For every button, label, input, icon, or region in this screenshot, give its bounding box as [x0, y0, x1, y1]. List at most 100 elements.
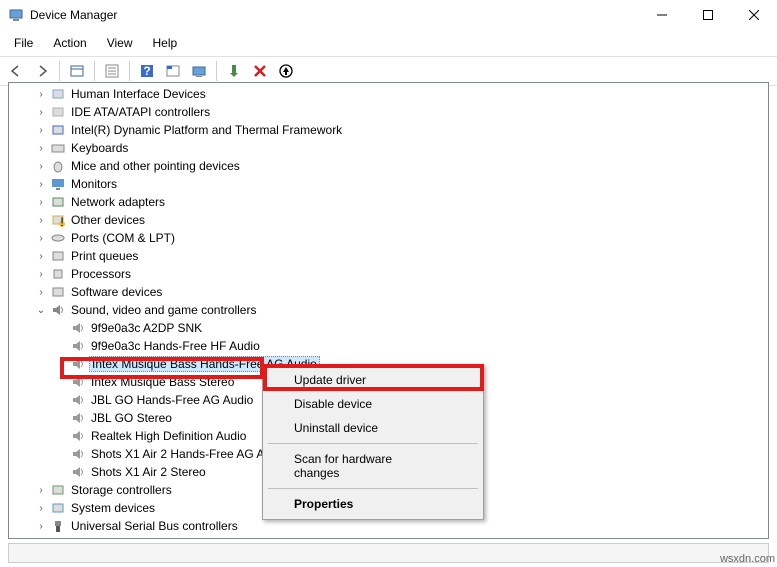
device-item[interactable]: 9f9e0a3c Hands-Free HF Audio	[9, 337, 768, 355]
back-button[interactable]	[4, 59, 28, 83]
action-button[interactable]	[161, 59, 185, 83]
network-icon	[50, 194, 66, 210]
expander-icon[interactable]: ›	[35, 161, 47, 172]
expander-icon[interactable]	[55, 467, 67, 478]
ctx-separator	[268, 443, 478, 444]
device-category[interactable]: › Mice and other pointing devices	[9, 157, 768, 175]
other-icon: !	[50, 212, 66, 228]
svg-text:?: ?	[143, 64, 150, 78]
device-category[interactable]: › Intel(R) Dynamic Platform and Thermal F…	[9, 121, 768, 139]
device-category[interactable]: ›IDE ATA/ATAPI controllers	[9, 103, 768, 121]
system-icon	[50, 500, 66, 516]
window-title: Device Manager	[30, 8, 639, 22]
ctx-properties[interactable]: Properties	[266, 492, 480, 516]
forward-button[interactable]	[30, 59, 54, 83]
hid-icon	[50, 86, 66, 102]
cpu-icon	[50, 266, 66, 282]
expander-icon[interactable]: ›	[35, 269, 47, 280]
expander-icon[interactable]	[55, 431, 67, 442]
device-category[interactable]: › Monitors	[9, 175, 768, 193]
scan-hardware-button[interactable]	[187, 59, 211, 83]
node-label: Monitors	[69, 177, 119, 191]
expander-icon[interactable]: ›	[35, 521, 47, 532]
device-category[interactable]: › Processors	[9, 265, 768, 283]
expander-icon[interactable]: ›	[35, 89, 47, 100]
device-category[interactable]: › Ports (COM & LPT)	[9, 229, 768, 247]
device-category[interactable]: ›Print queues	[9, 247, 768, 265]
device-category[interactable]: › Software devices	[9, 283, 768, 301]
node-label: Storage controllers	[69, 483, 174, 497]
expander-icon[interactable]: ›	[35, 503, 47, 514]
show-hide-console-button[interactable]	[65, 59, 89, 83]
device-category[interactable]: › Network adapters	[9, 193, 768, 211]
speaker-icon	[70, 320, 86, 336]
node-label: Mice and other pointing devices	[69, 159, 242, 173]
device-item[interactable]: 9f9e0a3c A2DP SNK	[9, 319, 768, 337]
speaker-icon	[70, 374, 86, 390]
device-category[interactable]: ›Keyboards	[9, 139, 768, 157]
monitor-icon	[50, 176, 66, 192]
maximize-button[interactable]	[685, 0, 731, 30]
expander-icon[interactable]	[55, 323, 67, 334]
storage-icon	[50, 482, 66, 498]
separator	[129, 61, 130, 81]
node-label: 9f9e0a3c A2DP SNK	[89, 321, 204, 335]
menu-action[interactable]: Action	[45, 32, 94, 54]
intel-icon	[50, 122, 66, 138]
speaker-icon	[70, 338, 86, 354]
ctx-disable-device[interactable]: Disable device	[266, 392, 480, 416]
node-label: Software devices	[69, 285, 164, 299]
device-category[interactable]: ⌄Sound, video and game controllers	[9, 301, 768, 319]
separator	[216, 61, 217, 81]
node-label: Network adapters	[69, 195, 167, 209]
expander-icon[interactable]: ›	[35, 125, 47, 136]
ctx-uninstall-device[interactable]: Uninstall device	[266, 416, 480, 440]
expander-icon[interactable]	[55, 377, 67, 388]
node-label: Shots X1 Air 2 Stereo	[89, 465, 208, 479]
expander-icon[interactable]	[55, 449, 67, 460]
expander-icon[interactable]: ›	[35, 107, 47, 118]
expander-icon[interactable]: ›	[35, 485, 47, 496]
separator	[59, 61, 60, 81]
expander-icon[interactable]: ›	[35, 179, 47, 190]
update-driver-icon[interactable]	[222, 59, 246, 83]
node-label: JBL GO Hands-Free AG Audio	[89, 393, 255, 407]
expander-icon[interactable]: ›	[35, 215, 47, 226]
node-label: Processors	[69, 267, 133, 281]
separator	[94, 61, 95, 81]
speaker-icon	[70, 392, 86, 408]
expander-icon[interactable]	[55, 395, 67, 406]
node-label: Ports (COM & LPT)	[69, 231, 177, 245]
node-label: System devices	[69, 501, 157, 515]
expander-icon[interactable]: ⌄	[35, 305, 47, 316]
port-icon	[50, 230, 66, 246]
keyboard-icon	[50, 140, 66, 156]
node-label: JBL GO Stereo	[89, 411, 174, 425]
disable-icon[interactable]	[248, 59, 272, 83]
menu-file[interactable]: File	[6, 32, 41, 54]
ctx-scan-hardware[interactable]: Scan for hardware changes	[266, 447, 480, 485]
menu-help[interactable]: Help	[145, 32, 186, 54]
speaker-icon	[70, 410, 86, 426]
software-icon	[50, 284, 66, 300]
expander-icon[interactable]: ›	[35, 233, 47, 244]
help-button[interactable]: ?	[135, 59, 159, 83]
expander-icon[interactable]: ›	[35, 143, 47, 154]
expander-icon[interactable]: ›	[35, 287, 47, 298]
uninstall-icon[interactable]	[274, 59, 298, 83]
device-category[interactable]: ›!Other devices	[9, 211, 768, 229]
node-label: Intel(R) Dynamic Platform and Thermal Fr…	[69, 123, 344, 137]
node-label: Universal Serial Bus controllers	[69, 519, 240, 533]
ctx-update-driver[interactable]: Update driver	[266, 368, 480, 392]
properties-button[interactable]	[100, 59, 124, 83]
menu-view[interactable]: View	[99, 32, 141, 54]
close-button[interactable]	[731, 0, 777, 30]
node-label: 9f9e0a3c Hands-Free HF Audio	[89, 339, 262, 353]
expander-icon[interactable]: ›	[35, 197, 47, 208]
minimize-button[interactable]	[639, 0, 685, 30]
expander-icon[interactable]	[55, 359, 67, 370]
expander-icon[interactable]	[55, 341, 67, 352]
expander-icon[interactable]: ›	[35, 251, 47, 262]
expander-icon[interactable]	[55, 413, 67, 424]
device-category[interactable]: ›Human Interface Devices	[9, 85, 768, 103]
